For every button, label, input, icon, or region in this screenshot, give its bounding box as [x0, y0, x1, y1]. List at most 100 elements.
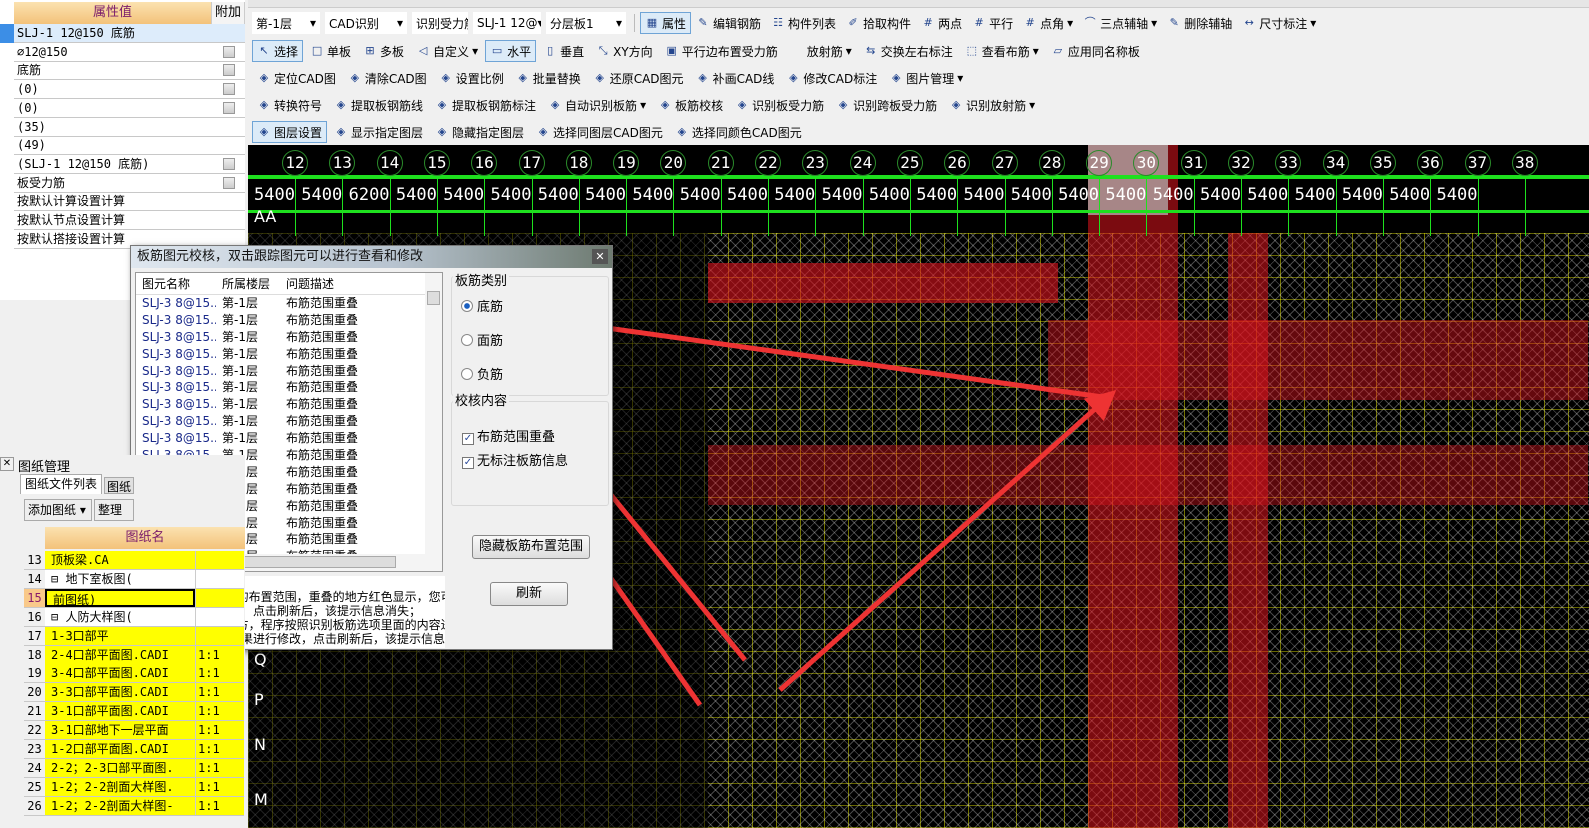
item-desc: 布筋范围重叠	[286, 329, 359, 344]
check-overlap[interactable]: ✓ 布筋范围重叠	[462, 426, 555, 445]
item-name: SLJ-3 8@15...	[142, 397, 216, 412]
drawing-name: 3-3口部平面图.CADI	[45, 683, 195, 702]
drawing-name: 1-2；2-2剖面大样图.	[45, 777, 195, 796]
drawing-row[interactable]: 21 3-1口部平面图.CADI 1:1	[24, 702, 244, 722]
drawing-name: 3-1口部地下一层平面	[45, 721, 195, 740]
drawing-row[interactable]: 26 1-2；2-2剖面大样图- 1:1	[24, 796, 244, 816]
drawing-scale: 1:1	[195, 758, 244, 777]
list-item[interactable]: SLJ-3 8@15... 第-1层 布筋范围重叠	[136, 413, 442, 430]
drawing-name: 1-2口部平面图.CADI	[45, 740, 195, 758]
row-number: 13	[24, 551, 45, 569]
drawing-name: 1-2；2-2剖面大样图-	[45, 796, 195, 815]
item-desc: 布筋范围重叠	[286, 481, 359, 496]
item-floor: 第-1层	[222, 329, 258, 344]
item-desc: 布筋范围重叠	[286, 464, 359, 479]
close-icon[interactable]: ✕	[0, 457, 14, 471]
drawing-row[interactable]: 18 2-4口部平面图.CADI 1:1	[24, 645, 244, 665]
col-name[interactable]: 图元名称	[136, 273, 216, 294]
row-number: 19	[24, 664, 45, 683]
radio-label: 底筋	[477, 300, 504, 315]
arrow-to-overlap	[778, 390, 1117, 692]
drawing-name: 1-3口部平	[45, 626, 195, 645]
vertical-scrollbar[interactable]	[425, 273, 442, 555]
drawing-scale	[195, 588, 244, 607]
col-floor[interactable]: 所属楼层	[216, 273, 280, 294]
drawing-row[interactable]: 23 1-2口部平面图.CADI 1:1	[24, 740, 244, 759]
item-floor: 第-1层	[222, 397, 258, 412]
item-floor: 第-1层	[222, 312, 258, 327]
item-desc: 布筋范围重叠	[286, 363, 359, 378]
drawing-row[interactable]: 20 3-3口部平面图.CADI 1:1	[24, 683, 244, 703]
row-number: 22	[24, 721, 45, 740]
list-item[interactable]: SLJ-3 8@15... 第-1层 布筋范围重叠	[136, 295, 442, 312]
drawing-name: ⊟ 人防大样图(	[45, 607, 195, 626]
item-floor: 第-1层	[222, 431, 258, 446]
organize-button[interactable]: 整理图	[94, 499, 134, 521]
drawing-row[interactable]: 17 1-3口部平	[24, 626, 244, 646]
list-item[interactable]: SLJ-3 8@15... 第-1层 布筋范围重叠	[136, 312, 442, 329]
radio-label: 负筋	[477, 368, 504, 383]
drawing-row[interactable]: 22 3-1口部地下一层平面 1:1	[24, 721, 244, 741]
item-desc: 布筋范围重叠	[286, 312, 359, 327]
item-name: SLJ-3 8@15...	[142, 329, 216, 344]
item-name: SLJ-3 8@15...	[142, 414, 216, 429]
list-item[interactable]: SLJ-3 8@15... 第-1层 布筋范围重叠	[136, 430, 442, 447]
add-drawing-button[interactable]: 添加图纸 ▾	[24, 499, 92, 521]
drawing-name: 前图纸)	[45, 588, 195, 607]
drawing-row[interactable]: 25 1-2；2-2剖面大样图. 1:1	[24, 777, 244, 797]
drawing-scale: 1:1	[195, 740, 244, 758]
drawing-row[interactable]: 13 顶板梁.CA	[24, 551, 244, 570]
item-floor: 第-1层	[222, 363, 258, 378]
check-content-label: 校核内容	[453, 390, 510, 409]
drawing-scale: 1:1	[195, 664, 244, 683]
item-desc: 布筋范围重叠	[286, 532, 359, 547]
drawing-row[interactable]: 19 3-4口部平面图.CADI 1:1	[24, 664, 244, 684]
tab-file-list[interactable]: 图纸文件列表	[20, 474, 102, 494]
col-desc[interactable]: 问题描述	[280, 273, 420, 294]
list-item[interactable]: SLJ-3 8@15... 第-1层 布筋范围重叠	[136, 346, 442, 363]
radio-0[interactable]: 底筋	[461, 296, 503, 315]
item-desc: 布筋范围重叠	[286, 346, 359, 361]
drawing-row[interactable]: 15 前图纸)	[24, 588, 244, 608]
list-item[interactable]: SLJ-3 8@15... 第-1层 布筋范围重叠	[136, 329, 442, 346]
list-item[interactable]: SLJ-3 8@15... 第-1层 布筋范围重叠	[136, 379, 442, 396]
tab-drawing[interactable]: 图纸	[104, 477, 134, 494]
check-label: 布筋范围重叠	[477, 430, 556, 445]
row-number: 20	[24, 683, 45, 702]
item-floor: 第-1层	[222, 414, 258, 429]
list-item[interactable]: SLJ-3 8@15... 第-1层 布筋范围重叠	[136, 363, 442, 380]
close-icon[interactable]: ✕	[592, 249, 608, 264]
drawing-name: 2-4口部平面图.CADI	[45, 645, 195, 664]
check-no-label[interactable]: ✓ 无标注板筋信息	[462, 450, 568, 469]
drawing-scale	[195, 626, 244, 645]
row-number: 26	[24, 796, 45, 815]
item-name: SLJ-3 8@15...	[142, 296, 216, 310]
add-drawing-label: 添加图纸	[28, 503, 77, 517]
item-floor: 第-1层	[222, 380, 258, 395]
item-desc: 布筋范围重叠	[286, 448, 359, 463]
drawing-scale: 1:1	[195, 777, 244, 796]
panel-title: 图纸管理	[18, 460, 71, 475]
drawing-scale	[195, 607, 244, 626]
drawing-name: 顶板梁.CA	[45, 551, 195, 569]
drawing-row[interactable]: 16 ⊟ 人防大样图(	[24, 607, 244, 627]
item-name: SLJ-3 8@15...	[142, 380, 216, 395]
refresh-button[interactable]: 刷新	[490, 582, 568, 606]
item-name: SLJ-3 8@15...	[142, 346, 216, 361]
drawing-row[interactable]: 14 ⊟ 地下室板图(	[24, 569, 244, 589]
hide-range-button[interactable]: 隐藏板筋布置范围	[472, 535, 590, 559]
dialog-title: 板筋图元校核，双击跟踪图元可以进行查看和修改	[131, 246, 612, 268]
drawing-scale: 1:1	[195, 721, 244, 740]
radio-2[interactable]: 负筋	[461, 364, 503, 383]
drawing-name: 3-4口部平面图.CADI	[45, 664, 195, 683]
item-name: SLJ-3 8@15...	[142, 312, 216, 327]
item-floor: 第-1层	[222, 346, 258, 361]
item-desc: 布筋范围重叠	[286, 296, 359, 310]
col-drawing-name[interactable]: 图纸名	[45, 527, 245, 549]
item-desc: 布筋范围重叠	[286, 515, 359, 530]
drawing-scale: 1:1	[195, 645, 244, 664]
row-number: 16	[24, 607, 45, 626]
list-item[interactable]: SLJ-3 8@15... 第-1层 布筋范围重叠	[136, 396, 442, 413]
radio-1[interactable]: 面筋	[461, 330, 503, 349]
drawing-row[interactable]: 24 2-2；2-3口部平面图. 1:1	[24, 758, 244, 778]
